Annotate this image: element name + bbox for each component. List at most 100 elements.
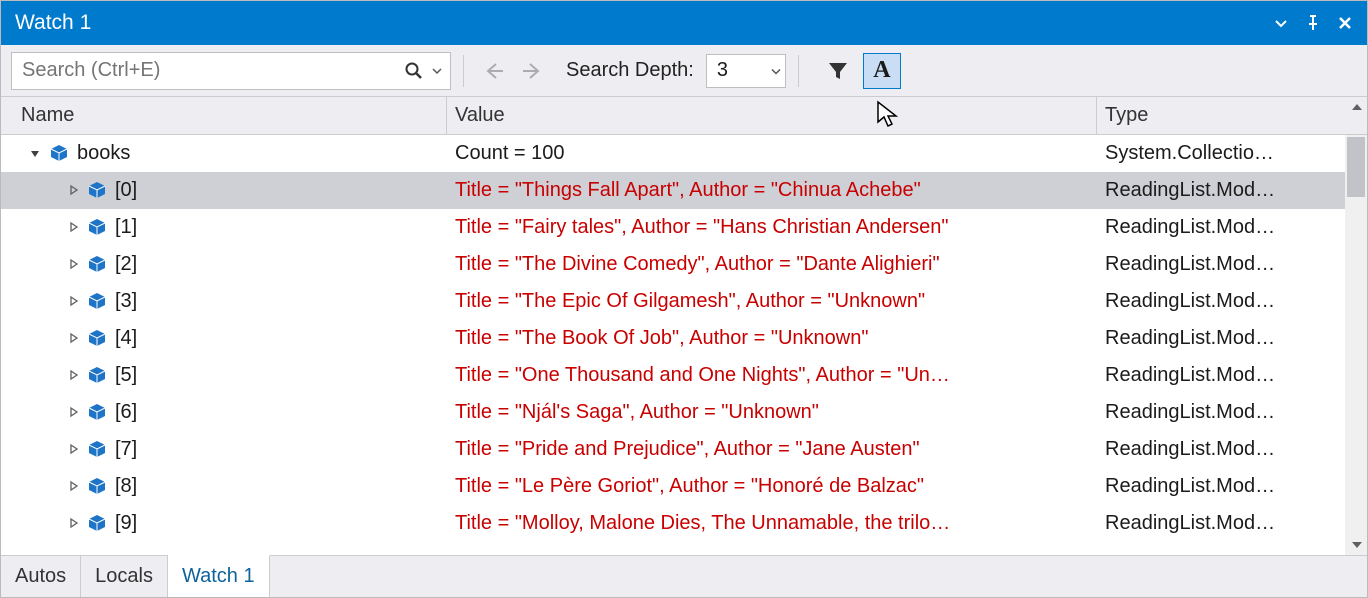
- expander-closed-icon[interactable]: [65, 478, 81, 494]
- object-icon: [87, 402, 107, 422]
- expander-closed-icon[interactable]: [65, 367, 81, 383]
- format-text-button[interactable]: A: [863, 53, 901, 89]
- row-type: ReadingList.Mod…: [1097, 246, 1367, 282]
- row-name: books: [77, 142, 130, 165]
- tab-autos[interactable]: Autos: [1, 556, 81, 597]
- tab-locals[interactable]: Locals: [81, 556, 168, 597]
- toolbar-separator: [463, 55, 464, 87]
- row-type: ReadingList.Mod…: [1097, 209, 1367, 245]
- object-icon: [87, 476, 107, 496]
- row-name: [4]: [115, 327, 137, 350]
- row-type: ReadingList.Mod…: [1097, 357, 1367, 393]
- table-row[interactable]: [7] Title = "Pride and Prejudice", Autho…: [1, 431, 1367, 468]
- expander-open-icon[interactable]: [27, 145, 43, 161]
- row-value: Title = "The Book Of Job", Author = "Unk…: [455, 327, 868, 350]
- row-type: System.Collectio…: [1097, 135, 1367, 171]
- row-value: Title = "Njál's Saga", Author = "Unknown…: [455, 401, 819, 424]
- search-depth-input[interactable]: 3: [706, 54, 786, 88]
- tab-watch-1[interactable]: Watch 1: [168, 555, 270, 597]
- search-icon[interactable]: [400, 57, 428, 85]
- row-name: [7]: [115, 438, 137, 461]
- nav-back-icon[interactable]: [476, 54, 510, 88]
- grid-header: Name Value Type: [1, 97, 1367, 135]
- expander-closed-icon[interactable]: [65, 515, 81, 531]
- row-name: [8]: [115, 475, 137, 498]
- row-name: [1]: [115, 216, 137, 239]
- table-row[interactable]: [4] Title = "The Book Of Job", Author = …: [1, 320, 1367, 357]
- row-value: Title = "Pride and Prejudice", Author = …: [455, 438, 920, 461]
- grid-rows: books Count = 100 System.Collectio… [0] …: [1, 135, 1367, 555]
- object-icon: [87, 217, 107, 237]
- row-type: ReadingList.Mod…: [1097, 172, 1367, 208]
- object-icon: [87, 365, 107, 385]
- row-name: [9]: [115, 512, 137, 535]
- object-icon: [87, 254, 107, 274]
- scrollbar-thumb[interactable]: [1347, 137, 1365, 197]
- expander-closed-icon[interactable]: [65, 404, 81, 420]
- table-row[interactable]: [3] Title = "The Epic Of Gilgamesh", Aut…: [1, 283, 1367, 320]
- toolbar: Search Depth: 3 A: [1, 45, 1367, 97]
- row-value: Title = "Fairy tales", Author = "Hans Ch…: [455, 216, 948, 239]
- search-dropdown-icon[interactable]: [430, 66, 444, 76]
- row-name: [3]: [115, 290, 137, 313]
- search-box[interactable]: [11, 52, 451, 90]
- expander-closed-icon[interactable]: [65, 441, 81, 457]
- scroll-up-icon[interactable]: [1349, 99, 1365, 115]
- row-value: Title = "Things Fall Apart", Author = "C…: [455, 179, 921, 202]
- row-value: Count = 100: [447, 135, 1097, 171]
- object-icon: [87, 439, 107, 459]
- object-icon: [49, 143, 69, 163]
- table-row[interactable]: [1] Title = "Fairy tales", Author = "Han…: [1, 209, 1367, 246]
- row-value: Title = "Le Père Goriot", Author = "Hono…: [455, 475, 924, 498]
- row-value: Title = "Molloy, Malone Dies, The Unnama…: [455, 512, 950, 535]
- object-icon: [87, 180, 107, 200]
- object-icon: [87, 513, 107, 533]
- column-header-type[interactable]: Type: [1097, 97, 1367, 134]
- row-type: ReadingList.Mod…: [1097, 431, 1367, 467]
- nav-forward-icon[interactable]: [516, 54, 550, 88]
- table-row[interactable]: [0] Title = "Things Fall Apart", Author …: [1, 172, 1367, 209]
- row-value: Title = "The Divine Comedy", Author = "D…: [455, 253, 940, 276]
- row-type: ReadingList.Mod…: [1097, 394, 1367, 430]
- filter-icon[interactable]: [821, 54, 855, 88]
- search-depth-label: Search Depth:: [566, 59, 694, 82]
- close-icon[interactable]: [1331, 9, 1359, 37]
- table-row[interactable]: [8] Title = "Le Père Goriot", Author = "…: [1, 468, 1367, 505]
- row-name: [0]: [115, 179, 137, 202]
- row-value: Title = "One Thousand and One Nights", A…: [455, 364, 950, 387]
- table-row[interactable]: [2] Title = "The Divine Comedy", Author …: [1, 246, 1367, 283]
- expander-closed-icon[interactable]: [65, 293, 81, 309]
- search-input[interactable]: [22, 59, 400, 82]
- object-icon: [87, 328, 107, 348]
- table-row-root[interactable]: books Count = 100 System.Collectio…: [1, 135, 1367, 172]
- column-header-name[interactable]: Name: [1, 97, 447, 134]
- bottom-tabs: AutosLocalsWatch 1: [1, 555, 1367, 597]
- row-type: ReadingList.Mod…: [1097, 320, 1367, 356]
- table-row[interactable]: [6] Title = "Njál's Saga", Author = "Unk…: [1, 394, 1367, 431]
- row-type: ReadingList.Mod…: [1097, 468, 1367, 504]
- row-type: ReadingList.Mod…: [1097, 505, 1367, 541]
- watch-grid: Name Value Type books Count = 100 System…: [1, 97, 1367, 555]
- row-name: [5]: [115, 364, 137, 387]
- titlebar: Watch 1: [1, 1, 1367, 45]
- row-name: [6]: [115, 401, 137, 424]
- table-row[interactable]: [5] Title = "One Thousand and One Nights…: [1, 357, 1367, 394]
- table-row[interactable]: [9] Title = "Molloy, Malone Dies, The Un…: [1, 505, 1367, 542]
- window-menu-icon[interactable]: [1267, 9, 1295, 37]
- row-type: ReadingList.Mod…: [1097, 283, 1367, 319]
- expander-closed-icon[interactable]: [65, 330, 81, 346]
- expander-closed-icon[interactable]: [65, 256, 81, 272]
- chevron-down-icon[interactable]: [771, 59, 781, 82]
- window-title: Watch 1: [15, 11, 1263, 35]
- scrollbar[interactable]: [1345, 135, 1367, 555]
- scroll-down-icon[interactable]: [1349, 537, 1365, 553]
- row-name: [2]: [115, 253, 137, 276]
- object-icon: [87, 291, 107, 311]
- search-depth-value: 3: [717, 59, 728, 82]
- pin-icon[interactable]: [1299, 9, 1327, 37]
- toolbar-separator: [798, 55, 799, 87]
- column-header-value[interactable]: Value: [447, 97, 1097, 134]
- row-value: Title = "The Epic Of Gilgamesh", Author …: [455, 290, 925, 313]
- expander-closed-icon[interactable]: [65, 219, 81, 235]
- expander-closed-icon[interactable]: [65, 182, 81, 198]
